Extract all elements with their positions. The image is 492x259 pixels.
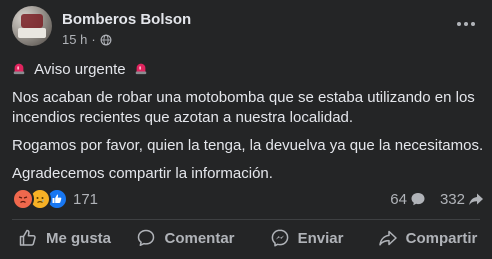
- siren-emoji-icon: [135, 63, 147, 75]
- more-dot: [457, 22, 461, 26]
- thanks-paragraph: Agradecemos compartir la información.: [12, 165, 273, 182]
- comment-button[interactable]: Comentar: [125, 222, 246, 254]
- comment-bubble-icon: [411, 193, 425, 206]
- robbery-line-2: incendios recientes que azotan a nuestra…: [12, 109, 354, 126]
- notice-title: Aviso urgente: [34, 61, 126, 78]
- siren-emoji-icon: [13, 63, 25, 75]
- plea-paragraph: Rogamos por favor, quien la tenga, la de…: [12, 137, 484, 154]
- share-button-label: Compartir: [405, 229, 478, 247]
- meta-separator: ·: [91, 32, 96, 47]
- avatar-logo-mark: [21, 14, 43, 28]
- more-options-icon[interactable]: [454, 16, 478, 32]
- send-button[interactable]: Enviar: [246, 222, 367, 254]
- action-bar: Me gusta Comentar Enviar Compartir: [4, 222, 488, 254]
- page-avatar[interactable]: [12, 6, 52, 46]
- notice-line: Aviso urgente: [12, 60, 148, 80]
- post-header: Bomberos Bolson 15 h ·: [12, 6, 482, 50]
- engagement-counts: 64 332: [390, 189, 484, 209]
- more-dot: [464, 22, 468, 26]
- send-button-label: Enviar: [297, 229, 344, 247]
- like-button[interactable]: Me gusta: [4, 222, 125, 254]
- share-icon: [378, 230, 397, 246]
- shares-count[interactable]: 332: [440, 191, 484, 208]
- thumbs-up-icon: [19, 229, 36, 246]
- post-meta: 15 h ·: [62, 32, 112, 47]
- like-button-label: Me gusta: [45, 229, 111, 247]
- comment-button-label: Comentar: [164, 229, 235, 247]
- robbery-paragraph: Nos acaban de robar una motobomba que se…: [12, 88, 475, 128]
- robbery-line-1: Nos acaban de robar una motobomba que se…: [12, 89, 475, 106]
- messenger-icon: [271, 229, 288, 247]
- comments-count-value: 64: [390, 190, 407, 208]
- comments-count[interactable]: 64: [390, 191, 426, 208]
- comment-icon: [138, 229, 155, 247]
- reaction-count: 171: [73, 190, 99, 208]
- angry-reaction-icon: [12, 188, 34, 210]
- facebook-post: Bomberos Bolson 15 h · Aviso urgente Nos…: [0, 0, 492, 259]
- shares-count-value: 332: [439, 190, 465, 208]
- post-timestamp[interactable]: 15 h: [62, 32, 87, 47]
- divider: [12, 219, 480, 220]
- share-button[interactable]: Compartir: [367, 222, 488, 254]
- page-name-link[interactable]: Bomberos Bolson: [62, 11, 191, 28]
- more-dot: [471, 22, 475, 26]
- share-arrow-icon: [469, 193, 483, 205]
- avatar-logo-text-band: [18, 28, 46, 38]
- reactions-summary[interactable]: 171: [12, 188, 99, 210]
- globe-icon: [100, 34, 112, 45]
